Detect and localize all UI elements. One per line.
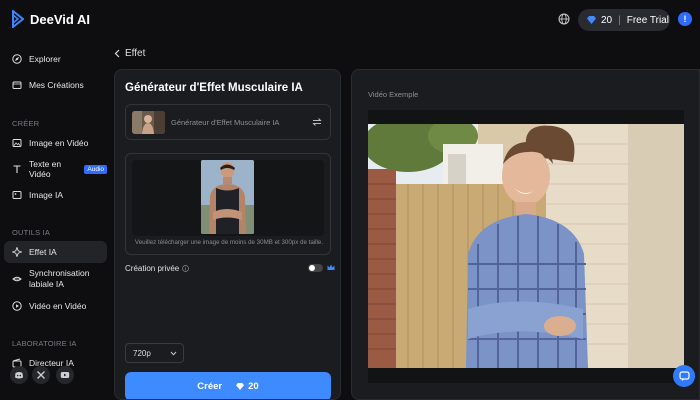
app-logo[interactable]: DeeVid AI [12,10,90,28]
page-title: Générateur d'Effet Musculaire IA [125,82,303,94]
x-button[interactable] [32,366,50,384]
create-cost-value: 20 [248,381,259,392]
image-icon [12,139,22,147]
resolution-value: 720p [133,348,151,358]
youtube-button[interactable] [56,366,74,384]
section-create-title: CRÉER [12,119,40,128]
compass-icon [12,54,22,64]
lips-icon [12,276,22,282]
sidebar-item-image-ai[interactable]: Image IA [4,186,107,204]
sidebar-item-explorer[interactable]: Explorer [4,50,107,68]
credits-count: 20 [601,14,613,26]
sidebar-item-label: Mes Créations [29,80,84,90]
breadcrumb[interactable]: Effet [114,48,145,59]
sidebar-item-video-to-video[interactable]: Vidéo en Vidéo [4,297,107,315]
sidebar-item-label: Vidéo en Vidéo [29,301,87,311]
private-toggle[interactable] [308,264,323,272]
x-icon [37,371,45,379]
private-creation-label: Création privée [125,264,190,273]
example-panel: Vidéo Exemple [351,69,700,400]
notification-button[interactable]: ! [678,12,692,26]
info-icon[interactable] [182,265,190,272]
sidebar-item-label: Image en Vidéo [29,138,89,148]
youtube-icon [60,372,70,378]
sidebar-item-label: Image IA [29,190,64,200]
sidebar: Explorer Mes Créations CRÉER Image en Vi… [0,40,112,400]
credits-badge[interactable]: 20 | Free Trial [578,9,670,31]
globe-icon[interactable] [558,13,570,25]
chevron-left-icon [114,49,120,58]
discord-button[interactable] [10,366,28,384]
sidebar-item-label: Synchronisation labiale IA [29,268,90,289]
effect-thumbnail [132,111,165,134]
logo-icon [12,10,24,28]
example-video-frame [368,124,684,368]
section-tools-title: OUTILS IA [12,228,51,237]
top-bar: DeeVid AI 20 | Free Trial ! [0,0,700,40]
image-icon [12,191,22,199]
sparkle-icon [12,247,22,257]
private-label-text: Création privée [125,264,180,273]
crown-icon [327,264,335,270]
audio-badge: Audio [84,164,107,174]
credits-separator: | [618,14,621,26]
effect-name: Générateur d'Effet Musculaire IA [171,118,280,127]
uploaded-image [201,160,254,234]
sidebar-item-label: Texte en Vidéo [29,159,62,179]
sidebar-item-label: Effet IA [29,247,57,257]
diamond-icon [236,383,245,390]
resolution-select[interactable]: 720p [125,343,184,363]
text-icon [13,165,21,173]
sidebar-item-label: Explorer [29,54,61,64]
chat-icon [678,370,690,381]
section-lab-title: LABORATOIRE IA [12,339,77,348]
breadcrumb-label: Effet [125,48,146,59]
sidebar-item-creations[interactable]: Mes Créations [4,76,107,94]
create-button[interactable]: Créer 20 [125,372,331,399]
example-video[interactable] [368,110,684,383]
create-cost: 20 [236,381,259,392]
app-name: DeeVid AI [30,11,90,27]
sidebar-item-text-to-video[interactable]: Texte en Vidéo Audio [4,159,107,179]
generator-panel: Générateur d'Effet Musculaire IA Générat… [114,69,341,400]
sidebar-item-effect-ai[interactable]: Effet IA [4,241,107,263]
swap-icon[interactable] [312,117,322,127]
free-trial-label: Free Trial [626,14,669,26]
chevron-down-icon [170,351,177,356]
upload-note: Veuillez télécharger une image de moins … [134,239,324,246]
sidebar-item-lip-sync[interactable]: Synchronisation labiale IA [4,266,107,292]
discord-icon [15,372,23,379]
create-button-label: Créer [197,381,223,392]
diamond-icon [587,16,596,24]
example-video-label: Vidéo Exemple [368,90,419,99]
sidebar-item-image-to-video[interactable]: Image en Vidéo [4,134,107,152]
video-icon [12,301,22,311]
folder-icon [12,81,22,89]
effect-selector[interactable]: Générateur d'Effet Musculaire IA [125,104,331,140]
chat-button[interactable] [673,365,695,387]
